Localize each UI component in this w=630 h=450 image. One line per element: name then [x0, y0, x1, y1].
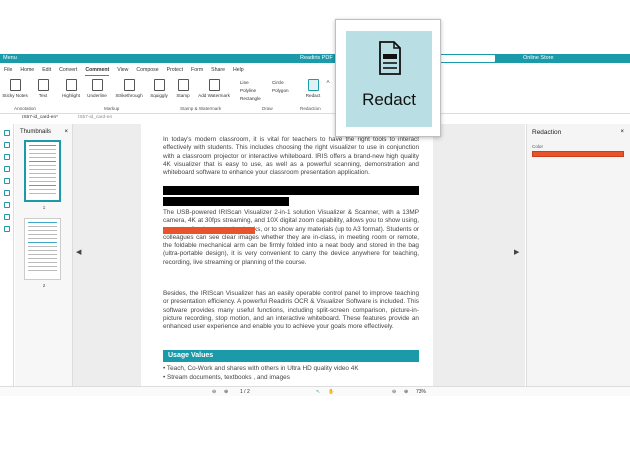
group-draw: Draw	[262, 106, 273, 111]
search-input[interactable]	[440, 55, 495, 62]
thumbnail-number: 2	[42, 283, 46, 288]
redact-callout-label: Redact	[362, 90, 416, 109]
squiggly-icon	[153, 79, 165, 91]
prev-page-arrow[interactable]: ◀	[76, 248, 81, 256]
app-title: Readiris PDF	[300, 55, 333, 61]
tab-document-1[interactable]: IS57-id_card-en*	[22, 115, 58, 120]
zoom-level[interactable]: 73%	[416, 389, 426, 395]
strikethrough-button[interactable]: Strikethrough	[112, 79, 146, 98]
title-bar: Menu Readiris PDF Online Store	[0, 54, 630, 63]
menu-button[interactable]: Menu	[3, 55, 17, 61]
zoom-in-icon[interactable]: ⊕	[404, 389, 408, 395]
bullet-item: • Teach, Co-Work and shares with others …	[163, 365, 359, 372]
online-store-link[interactable]: Online Store	[523, 55, 554, 61]
redaction-panel-title: Redaction	[532, 129, 562, 136]
sticky-notes-button[interactable]: Sticky Notes	[2, 79, 28, 98]
first-page-icon[interactable]: ⊖	[212, 389, 216, 395]
paragraph: The USB-powered IRIScan Visualizer 2-in-…	[163, 209, 419, 266]
menu-edit[interactable]: Edit	[42, 67, 51, 76]
thumbnail-page-2[interactable]	[24, 218, 61, 280]
thumbnails-icon[interactable]	[3, 130, 10, 136]
circle-tool[interactable]: Circle	[272, 80, 284, 85]
menu-compose[interactable]: Compose	[136, 67, 158, 76]
redact-document-icon	[379, 41, 401, 75]
tab-document-2[interactable]: IS57-id_card-en	[78, 115, 112, 120]
image-icon[interactable]	[3, 166, 10, 172]
menu-file[interactable]: File	[4, 67, 12, 76]
redaction-box[interactable]	[163, 186, 419, 195]
redaction-mark[interactable]	[163, 227, 255, 234]
text-icon	[37, 79, 49, 91]
document-page: In today's modern classroom, it is vital…	[141, 124, 433, 386]
close-icon[interactable]: ×	[64, 129, 68, 135]
section-title: Usage Values	[163, 350, 419, 362]
page-indicator[interactable]: 1 / 2	[240, 389, 250, 395]
rectangle-tool[interactable]: Rectangle	[240, 96, 261, 101]
comment-icon[interactable]	[3, 190, 10, 196]
underline-icon	[91, 79, 103, 91]
thumbnail-page-1[interactable]	[24, 140, 61, 202]
polygon-tool[interactable]: Polygon	[272, 88, 289, 93]
stamp-button[interactable]: Stamp	[170, 79, 196, 98]
select-tool-icon[interactable]: ↖	[316, 389, 320, 395]
redaction-box[interactable]	[163, 197, 289, 206]
qr-icon[interactable]	[3, 178, 10, 184]
menu-home[interactable]: Home	[20, 67, 34, 76]
menu-protect[interactable]: Protect	[167, 67, 183, 76]
menu-comment[interactable]: Comment	[85, 67, 110, 76]
layers-icon[interactable]	[3, 202, 10, 208]
group-markup: Markup	[104, 106, 120, 111]
redact-icon	[307, 79, 319, 91]
menu-help[interactable]: Help	[233, 67, 244, 76]
underline-button[interactable]: Underline	[84, 79, 110, 98]
document-area: ◀ ▶ In today's modern classroom, it is v…	[73, 124, 525, 386]
group-stamp-watermark: Stamp & Watermark	[180, 106, 222, 111]
color-picker[interactable]	[532, 151, 624, 157]
next-page-arrow[interactable]: ▶	[514, 248, 519, 256]
paragraph: In today's modern classroom, it is vital…	[163, 136, 419, 177]
ribbon: Sticky Notes Text Highlight Underline St…	[0, 76, 630, 114]
polyline-tool[interactable]: Polyline	[240, 88, 256, 93]
highlight-icon	[65, 79, 77, 91]
redact-callout: Redact	[335, 19, 441, 137]
menu-bar: File Home Edit Convert Comment View Comp…	[0, 67, 244, 76]
left-toolbar	[0, 124, 14, 386]
app-window: Menu Readiris PDF Online Store File Home…	[0, 54, 630, 396]
sticky-note-icon	[9, 79, 21, 91]
bullet-item: • Stream documents, textbooks , and imag…	[163, 374, 290, 381]
more-button[interactable]: A	[322, 79, 334, 84]
strikethrough-icon	[123, 79, 135, 91]
add-watermark-button[interactable]: Add Watermark	[196, 79, 232, 98]
stamp-icon	[177, 79, 189, 91]
group-annotation: Annotation	[14, 106, 36, 111]
color-label: Color	[532, 144, 543, 149]
signature-icon[interactable]	[3, 214, 10, 220]
paragraph: Besides, the IRIScan Visualizer has an e…	[163, 290, 419, 331]
prev-page-icon[interactable]: ⊕	[224, 389, 228, 395]
menu-share[interactable]: Share	[211, 67, 225, 76]
lock-icon[interactable]	[3, 226, 10, 232]
redaction-panel: Redaction × Color	[526, 124, 630, 386]
close-icon[interactable]: ×	[620, 129, 624, 135]
thumbnails-title: Thumbnails	[20, 129, 52, 135]
thumbnails-panel: Thumbnails × 1 2	[15, 124, 73, 386]
line-tool[interactable]: Line	[240, 80, 249, 85]
highlight-button[interactable]: Highlight	[58, 79, 84, 98]
squiggly-button[interactable]: Squiggly	[146, 79, 172, 98]
status-bar: ⊖ ⊕ 1 / 2 ↖ ✋ ⊖ ⊕ 73%	[0, 386, 630, 396]
menu-form[interactable]: Form	[191, 67, 203, 76]
attachment-icon[interactable]	[3, 154, 10, 160]
menu-convert[interactable]: Convert	[59, 67, 77, 76]
hand-tool-icon[interactable]: ✋	[328, 389, 334, 395]
menu-view[interactable]: View	[117, 67, 128, 76]
thumbnail-number: 1	[42, 205, 46, 210]
watermark-icon	[208, 79, 220, 91]
group-redaction: Redaction	[300, 106, 321, 111]
zoom-out-icon[interactable]: ⊖	[392, 389, 396, 395]
bookmark-icon[interactable]	[3, 142, 10, 148]
redact-callout-panel: Redact	[346, 31, 432, 127]
text-button[interactable]: Text	[30, 79, 56, 98]
